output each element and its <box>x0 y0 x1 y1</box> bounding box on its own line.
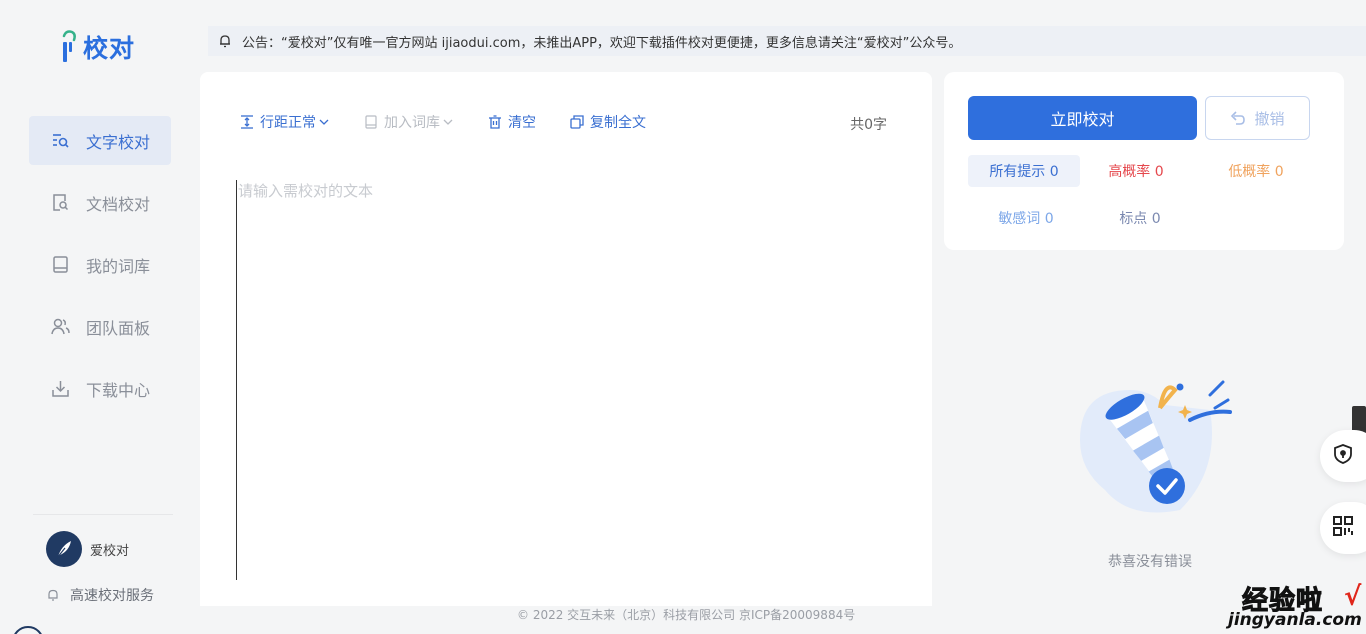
copy-all-label: 复制全文 <box>590 115 646 131</box>
undo-button[interactable]: 撤销 <box>1205 96 1310 140</box>
line-spacing-dropdown[interactable]: 行距正常 <box>240 112 330 132</box>
clear-button[interactable]: 清空 <box>488 112 536 132</box>
sidebar-item-label: 文字校对 <box>86 132 151 152</box>
notice-text: 公告：“爱校对”仅有唯一官方网站 ijiaodui.com，未推出APP，欢迎下… <box>242 35 962 51</box>
sidebar-item-label: 下载中心 <box>86 380 151 400</box>
stat-punctuation[interactable]: 标点 0 <box>1084 202 1196 234</box>
feather-icon <box>56 541 71 559</box>
sidebar: 校对 文字校对 文档校对 我的词库 团队面板 下载中心 爱校对 高速校对服务 <box>0 0 200 634</box>
line-height-icon <box>240 115 254 129</box>
sidebar-item-team[interactable]: 团队面板 <box>29 302 171 351</box>
logo[interactable]: 校对 <box>60 28 135 66</box>
line-spacing-label: 行距正常 <box>260 115 316 131</box>
word-count: 共0字 <box>850 117 887 133</box>
check-now-button[interactable]: 立即校对 <box>968 96 1197 140</box>
trash-icon <box>488 115 502 129</box>
sidebar-divider <box>33 514 173 515</box>
editor-card: 行距正常 加入词库 清空 复制全文 共0字 请输入需校对的文本 <box>200 72 932 606</box>
user-name: 爱校对 <box>90 543 130 559</box>
book-icon <box>364 115 378 129</box>
celebration-icon <box>1070 370 1240 520</box>
qrcode-float-button[interactable] <box>1320 502 1366 554</box>
sidebar-item-label: 文档校对 <box>86 194 151 214</box>
site-watermark: 经验啦 √ jingyanla.com <box>1226 578 1366 634</box>
sidebar-item-document-check[interactable]: 文档校对 <box>29 178 171 227</box>
footer-copyright: © 2022 交互未来（北京）科技有限公司 京ICP备20009884号 <box>517 608 856 622</box>
stat-low[interactable]: 低概率 0 <box>1200 155 1312 187</box>
bell-icon <box>46 588 60 602</box>
service-link[interactable]: 高速校对服务 <box>46 585 154 605</box>
sidebar-item-dictionary[interactable]: 我的词库 <box>29 240 171 289</box>
undo-label: 撤销 <box>1254 109 1285 128</box>
security-float-button[interactable] <box>1320 430 1366 482</box>
copy-all-button[interactable]: 复制全文 <box>570 112 646 132</box>
watermark-en: jingyanla.com <box>1228 610 1362 630</box>
logo-text: 校对 <box>83 34 136 63</box>
logo-mark-icon <box>60 28 82 66</box>
extra-avatar[interactable] <box>12 626 44 634</box>
bell-icon <box>218 34 232 48</box>
download-icon <box>51 379 70 398</box>
sidebar-nav: 文字校对 文档校对 我的词库 团队面板 下载中心 <box>29 116 171 426</box>
clear-label: 清空 <box>508 115 536 131</box>
stat-high[interactable]: 高概率 0 <box>1080 155 1192 187</box>
watermark-check: √ <box>1344 582 1362 612</box>
user-profile[interactable]: 爱校对 <box>46 531 129 567</box>
add-dictionary-label: 加入词库 <box>384 115 440 131</box>
avatar <box>46 531 82 567</box>
check-panel: 立即校对 撤销 所有提示 0 高概率 0 低概率 0 敏感词 0 标点 0 <box>944 72 1344 250</box>
add-dictionary-dropdown[interactable]: 加入词库 <box>364 112 454 132</box>
copy-icon <box>570 115 584 129</box>
qr-code-icon <box>1332 515 1354 541</box>
sidebar-item-download[interactable]: 下载中心 <box>29 364 171 413</box>
chevron-down-icon <box>442 116 454 128</box>
stat-sensitive[interactable]: 敏感词 0 <box>970 202 1082 234</box>
editor-toolbar: 行距正常 加入词库 清空 复制全文 <box>240 112 890 132</box>
book-icon <box>51 255 70 274</box>
text-check-icon <box>51 131 70 150</box>
sidebar-item-label: 我的词库 <box>86 256 151 276</box>
service-label: 高速校对服务 <box>70 588 154 604</box>
empty-state-text: 恭喜没有错误 <box>1108 554 1192 570</box>
shield-icon <box>1332 443 1354 469</box>
proofread-input[interactable] <box>236 180 896 580</box>
sidebar-item-label: 团队面板 <box>86 318 151 338</box>
undo-icon <box>1230 110 1246 126</box>
document-search-icon <box>51 193 70 212</box>
team-icon <box>51 317 70 336</box>
stat-all[interactable]: 所有提示 0 <box>968 155 1080 187</box>
sidebar-item-text-check[interactable]: 文字校对 <box>29 116 171 165</box>
chevron-down-icon <box>318 116 330 128</box>
notice-bar: 公告：“爱校对”仅有唯一官方网站 ijiaodui.com，未推出APP，欢迎下… <box>208 26 1366 56</box>
